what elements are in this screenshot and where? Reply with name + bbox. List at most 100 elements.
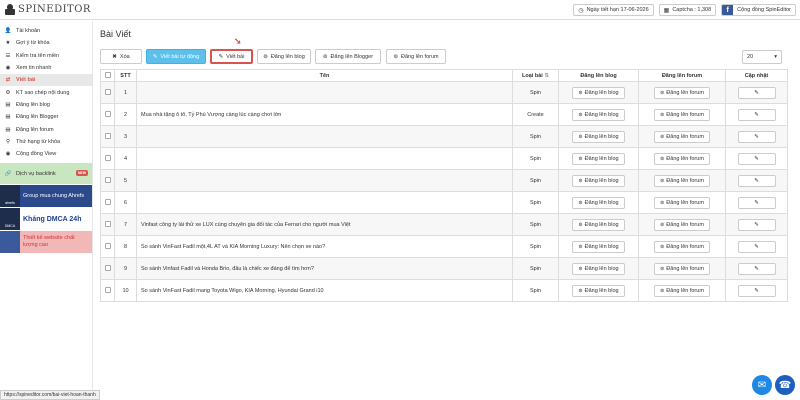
row-edit-button[interactable]: ✎ xyxy=(737,174,776,187)
sidebar-item-6[interactable]: ▤ Đăng lên blog xyxy=(0,99,92,111)
sidebar-item-backlink[interactable]: 🔗 Dịch vụ backlink NEW xyxy=(0,163,92,185)
row-stt: 10 xyxy=(114,279,137,302)
table-row: 1 Spin ⊚ Đăng lên blog ⊚ Đăng lên forum ✎ xyxy=(100,81,788,104)
row-name[interactable] xyxy=(136,81,513,104)
col-type[interactable]: Loại bài ⇅ xyxy=(512,69,559,82)
row-post-forum-button[interactable]: ⊚ Đăng lên forum xyxy=(654,196,710,209)
sidebar-item-0[interactable]: 👤 Tài khoản xyxy=(0,25,92,37)
row-stt: 5 xyxy=(114,169,137,192)
row-edit-button[interactable]: ✎ xyxy=(737,108,776,121)
row-post-blog-button[interactable]: ⊚ Đăng lên blog xyxy=(572,86,625,99)
row-checkbox[interactable] xyxy=(104,155,111,162)
phone-button[interactable]: ☎ xyxy=(775,375,795,395)
row-name[interactable] xyxy=(136,125,513,148)
row-post-blog-button[interactable]: ⊚ Đăng lên blog xyxy=(572,130,625,143)
row-edit-button[interactable]: ✎ xyxy=(737,86,776,99)
row-checkbox[interactable] xyxy=(104,133,111,140)
row-select-cell[interactable] xyxy=(100,213,115,236)
row-select-cell[interactable] xyxy=(100,235,115,258)
community-button[interactable]: f Cộng đồng SpinEditor xyxy=(721,4,796,16)
row-edit-button[interactable]: ✎ xyxy=(737,152,776,165)
row-post-forum-button[interactable]: ⊚ Đăng lên forum xyxy=(654,86,710,99)
circle-icon: ⊚ xyxy=(660,111,665,118)
row-select-cell[interactable] xyxy=(100,191,115,214)
row-edit-button[interactable]: ✎ xyxy=(737,196,776,209)
row-name[interactable]: Mua nhà tặng ô tô, Tỷ Phú Vượng càng lúc… xyxy=(136,103,513,126)
row-post-blog-button[interactable]: ⊚ Đăng lên blog xyxy=(572,240,625,253)
row-checkbox[interactable] xyxy=(104,265,111,272)
messenger-button[interactable]: ✉ xyxy=(752,375,772,395)
row-edit-button[interactable]: ✎ xyxy=(737,130,776,143)
row-select-cell[interactable] xyxy=(100,125,115,148)
row-checkbox[interactable] xyxy=(104,199,111,206)
auto-write-button[interactable]: ✎ Viết bài tự động xyxy=(146,49,206,64)
row-edit-button[interactable]: ✎ xyxy=(737,262,776,275)
row-post-forum-button[interactable]: ⊚ Đăng lên forum xyxy=(654,262,710,275)
row-post-blog-button[interactable]: ⊚ Đăng lên blog xyxy=(572,108,625,121)
row-post-forum-button[interactable]: ⊚ Đăng lên forum xyxy=(654,174,710,187)
row-post-forum-button[interactable]: ⊚ Đăng lên forum xyxy=(654,218,710,231)
row-edit-button[interactable]: ✎ xyxy=(737,284,776,297)
row-select-cell[interactable] xyxy=(100,279,115,302)
sidebar-item-2[interactable]: ☰ Kiểm tra tên miền xyxy=(0,50,92,62)
row-checkbox[interactable] xyxy=(104,111,111,118)
row-post-blog-button[interactable]: ⊚ Đăng lên blog xyxy=(572,284,625,297)
row-post-blog-button[interactable]: ⊚ Đăng lên blog xyxy=(572,262,625,275)
row-post-forum-button[interactable]: ⊚ Đăng lên forum xyxy=(654,240,710,253)
row-post-blog-button[interactable]: ⊚ Đăng lên blog xyxy=(572,196,625,209)
row-post-forum-cell: ⊚ Đăng lên forum xyxy=(638,213,726,236)
captcha-text: Captcha : 1,308 xyxy=(672,7,712,13)
table-row: 10 So sánh VinFast Fadil mang Toyota Wigo… xyxy=(100,279,788,302)
banner-ahrefs[interactable]: ahrefs Group mua chung Ahrefs xyxy=(0,185,92,208)
row-edit-button[interactable]: ✎ xyxy=(737,240,776,253)
row-post-forum-button[interactable]: ⊚ Đăng lên forum xyxy=(654,108,710,121)
row-edit-button[interactable]: ✎ xyxy=(737,218,776,231)
row-post-forum-button[interactable]: ⊚ Đăng lên forum xyxy=(654,130,710,143)
row-update-cell: ✎ xyxy=(725,213,788,236)
row-name[interactable]: So sánh VinFast Fadil một,4L AT và KIA M… xyxy=(136,235,513,258)
row-name[interactable] xyxy=(136,169,513,192)
row-name[interactable] xyxy=(136,147,513,170)
row-checkbox[interactable] xyxy=(104,243,111,250)
row-post-blog-button[interactable]: ⊚ Đăng lên blog xyxy=(572,218,625,231)
row-name[interactable] xyxy=(136,191,513,214)
row-post-blog-button[interactable]: ⊚ Đăng lên blog xyxy=(572,152,625,165)
row-name[interactable]: Vinfast công ty lái thử xe LUX cùng chuy… xyxy=(136,213,513,236)
community-label: Cộng đồng SpinEditor xyxy=(737,7,791,13)
banner-website[interactable]: Thiết kế website chất lượng cao xyxy=(0,231,92,254)
sidebar-item-9[interactable]: ⚲ Thứ hạng từ khóa xyxy=(0,136,92,148)
post-blogger-button[interactable]: ⊚ Đăng lên Blogger xyxy=(315,49,381,64)
post-forum-button[interactable]: ⊚ Đăng lên forum xyxy=(386,49,446,64)
row-checkbox[interactable] xyxy=(104,89,111,96)
sidebar-item-7[interactable]: ▤ Đăng lên Blogger xyxy=(0,111,92,123)
sidebar-item-5[interactable]: ⚙ KT sao chép nội dung xyxy=(0,86,92,98)
page-size-select[interactable]: 20 ▾ xyxy=(742,50,782,64)
row-post-forum-button[interactable]: ⊚ Đăng lên forum xyxy=(654,152,710,165)
row-stt: 2 xyxy=(114,103,137,126)
row-checkbox[interactable] xyxy=(104,221,111,228)
row-checkbox[interactable] xyxy=(104,287,111,294)
sidebar-item-8[interactable]: ▤ Đăng lên forum xyxy=(0,123,92,135)
row-checkbox[interactable] xyxy=(104,177,111,184)
logo[interactable]: SPINEDITOR xyxy=(5,4,91,15)
select-all-cell[interactable] xyxy=(100,69,115,82)
row-name[interactable]: So sánh VinFast Fadil mang Toyota Wigo, … xyxy=(136,279,513,302)
write-button[interactable]: ✎ Viết bài xyxy=(210,49,253,64)
sidebar-item-3[interactable]: ◉ Xem tin nhanh xyxy=(0,62,92,74)
sidebar-item-10[interactable]: ◉ Cộng đồng View xyxy=(0,148,92,160)
row-select-cell[interactable] xyxy=(100,103,115,126)
sidebar-item-4[interactable]: ⇄ Viết bài xyxy=(0,74,92,87)
row-post-blog-button[interactable]: ⊚ Đăng lên blog xyxy=(572,174,625,187)
row-select-cell[interactable] xyxy=(100,257,115,280)
post-blog-button[interactable]: ⊚ Đăng lên blog xyxy=(257,49,311,64)
row-select-cell[interactable] xyxy=(100,169,115,192)
select-all-checkbox[interactable] xyxy=(104,72,111,79)
status-bar-url: https://spineditor.com/bai-viet-hoan-tha… xyxy=(0,390,100,400)
row-select-cell[interactable] xyxy=(100,147,115,170)
delete-button[interactable]: ✖ Xóa xyxy=(100,49,142,64)
sidebar-item-1[interactable]: ★ Gợi ý từ khóa xyxy=(0,37,92,49)
row-post-forum-button[interactable]: ⊚ Đăng lên forum xyxy=(654,284,710,297)
banner-dmca[interactable]: DMCA Kháng DMCA 24h xyxy=(0,208,92,231)
row-name[interactable]: So sánh Vinfast Fadil và Honda Brio, đâu… xyxy=(136,257,513,280)
row-select-cell[interactable] xyxy=(100,81,115,104)
